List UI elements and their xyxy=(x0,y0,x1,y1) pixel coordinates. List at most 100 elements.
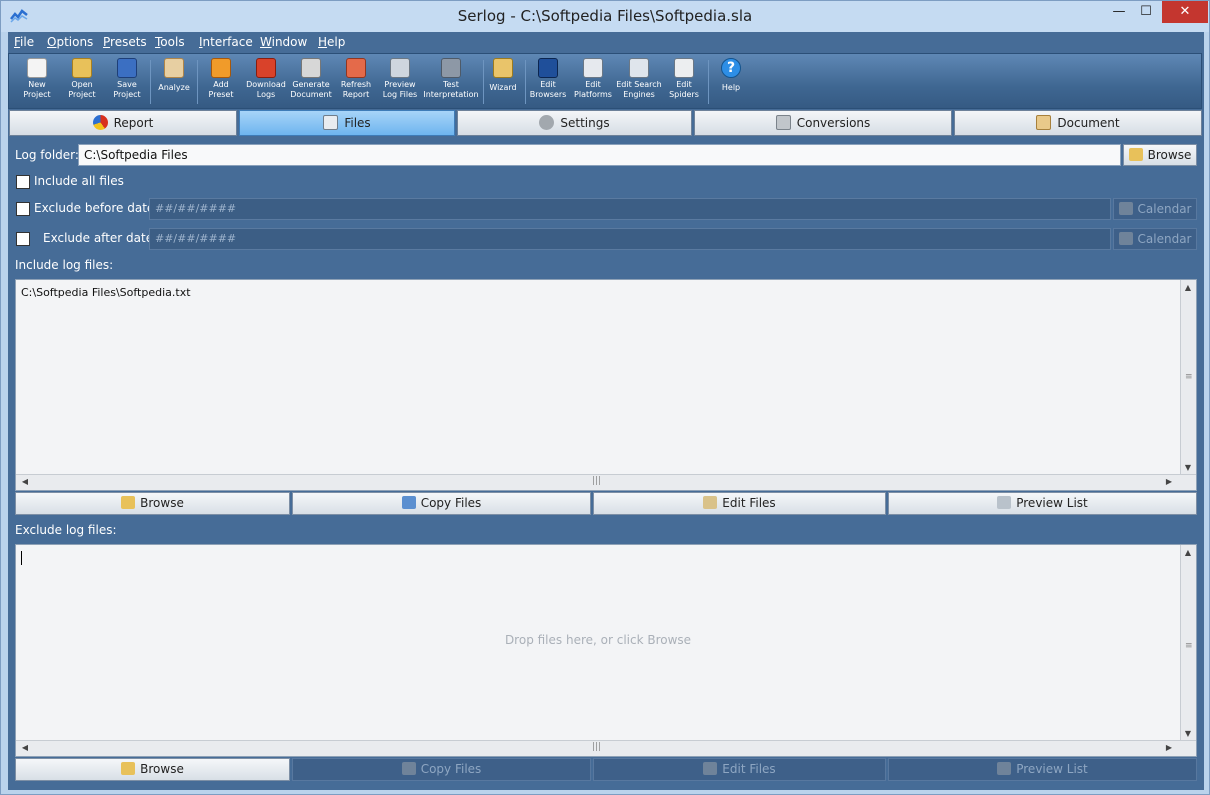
main-frame: File Options Presets Tools Interface Win… xyxy=(8,32,1204,790)
exclude-preview-list-button[interactable]: Preview List xyxy=(888,758,1197,781)
edit-files-icon xyxy=(703,762,718,775)
open-project-button[interactable]: Open Project xyxy=(64,58,100,100)
exclude-browse-button[interactable]: Browse xyxy=(15,758,290,781)
preview-list-icon xyxy=(997,762,1012,775)
log-folder-input[interactable]: C:\Softpedia Files xyxy=(78,144,1121,166)
include-edit-files-button[interactable]: Edit Files xyxy=(593,492,886,515)
pie-chart-icon xyxy=(92,115,108,130)
calendar-icon xyxy=(1118,232,1133,245)
gear-icon xyxy=(539,115,555,130)
menu-presets[interactable]: Presets xyxy=(103,35,147,49)
platform-icon xyxy=(583,58,603,78)
add-preset-icon xyxy=(211,58,231,78)
menu-interface[interactable]: Interface xyxy=(199,35,253,49)
include-browse-button[interactable]: Browse xyxy=(15,492,290,515)
exclude-before-label: Exclude before date xyxy=(34,201,155,215)
close-button[interactable]: ✕ xyxy=(1162,1,1208,23)
exclude-edit-files-button[interactable]: Edit Files xyxy=(593,758,886,781)
preview-icon xyxy=(390,58,410,78)
new-project-button[interactable]: New Project xyxy=(19,58,55,100)
help-button[interactable]: ? Help xyxy=(713,58,749,93)
toolbar-separator xyxy=(483,60,484,104)
exclude-after-checkbox[interactable] xyxy=(16,232,30,246)
window-title: Serlog - C:\Softpedia Files\Softpedia.sl… xyxy=(457,7,753,25)
exclude-before-checkbox[interactable] xyxy=(16,202,30,216)
preview-log-files-button[interactable]: Preview Log Files xyxy=(381,58,419,100)
generate-document-button[interactable]: Generate Document xyxy=(289,58,333,100)
tab-files[interactable]: Files xyxy=(239,110,455,136)
scroll-up-icon[interactable]: ▲ xyxy=(1181,283,1195,292)
scroll-down-icon[interactable]: ▼ xyxy=(1181,729,1195,738)
tab-report[interactable]: Report xyxy=(9,110,237,136)
help-icon: ? xyxy=(721,58,741,78)
folder-icon xyxy=(121,496,136,509)
log-folder-browse-button[interactable]: Browse xyxy=(1123,144,1197,166)
scroll-grip-icon: ≡ xyxy=(1185,641,1193,651)
include-copy-files-button[interactable]: Copy Files xyxy=(292,492,591,515)
edit-browsers-button[interactable]: Edit Browsers xyxy=(529,58,567,100)
menu-file[interactable]: File xyxy=(14,35,34,49)
scroll-left-icon[interactable]: ◀ xyxy=(18,477,32,486)
edit-platforms-button[interactable]: Edit Platforms xyxy=(573,58,613,100)
download-logs-button[interactable]: Download Logs xyxy=(245,58,287,100)
vertical-scrollbar[interactable]: ▲ ≡ ▼ xyxy=(1180,545,1196,742)
menu-options[interactable]: Options xyxy=(47,35,93,49)
folder-icon xyxy=(1128,148,1143,161)
edit-search-engines-button[interactable]: Edit Search Engines xyxy=(615,58,663,100)
tab-settings[interactable]: Settings xyxy=(457,110,692,136)
exclude-before-date-input[interactable]: ##/##/#### xyxy=(149,198,1111,220)
scroll-grip-icon: ≡ xyxy=(1185,372,1193,382)
wizard-button[interactable]: Wizard xyxy=(485,58,521,93)
save-disk-icon xyxy=(117,58,137,78)
menu-help[interactable]: Help xyxy=(318,35,345,49)
list-item[interactable]: C:\Softpedia Files\Softpedia.txt xyxy=(21,286,191,299)
test-interpretation-button[interactable]: Test Interpretation xyxy=(423,58,479,100)
save-project-button[interactable]: Save Project xyxy=(109,58,145,100)
include-all-checkbox[interactable] xyxy=(16,175,30,189)
minimize-button[interactable]: — xyxy=(1105,1,1133,23)
exclude-log-files-list[interactable]: Drop files here, or click Browse ▲ ≡ ▼ ◀… xyxy=(15,544,1197,757)
refresh-report-button[interactable]: Refresh Report xyxy=(337,58,375,100)
tab-bar: Report Files Settings Conversions Docume… xyxy=(8,110,1204,137)
exclude-before-calendar-button[interactable]: Calendar xyxy=(1113,198,1197,220)
search-engine-icon xyxy=(629,58,649,78)
exclude-log-files-label: Exclude log files: xyxy=(15,523,117,537)
horizontal-scrollbar[interactable]: ◀ ||| ▶ xyxy=(16,740,1196,756)
exclude-after-date-input[interactable]: ##/##/#### xyxy=(149,228,1111,250)
include-log-files-list[interactable]: C:\Softpedia Files\Softpedia.txt ▲ ≡ ▼ ◀… xyxy=(15,279,1197,491)
add-preset-button[interactable]: Add Preset xyxy=(203,58,239,100)
wizard-icon xyxy=(493,58,513,78)
copy-files-icon xyxy=(401,762,416,775)
exclude-after-calendar-button[interactable]: Calendar xyxy=(1113,228,1197,250)
scroll-grip-icon: ||| xyxy=(592,742,602,752)
include-preview-list-button[interactable]: Preview List xyxy=(888,492,1197,515)
tab-conversions[interactable]: Conversions xyxy=(694,110,952,136)
microscope-icon xyxy=(441,58,461,78)
horizontal-scrollbar[interactable]: ◀ ||| ▶ xyxy=(16,474,1196,490)
edit-spiders-button[interactable]: Edit Spiders xyxy=(665,58,703,100)
calendar-icon xyxy=(1118,202,1133,215)
tab-document[interactable]: Document xyxy=(954,110,1202,136)
text-caret xyxy=(21,551,22,565)
exclude-after-label: Exclude after date xyxy=(43,231,154,245)
analyze-button[interactable]: Analyze xyxy=(156,58,192,93)
maximize-button[interactable]: ☐ xyxy=(1133,1,1159,23)
menu-bar: File Options Presets Tools Interface Win… xyxy=(8,32,1204,53)
cart-icon xyxy=(775,115,791,130)
document-icon xyxy=(1036,115,1052,130)
scroll-down-icon[interactable]: ▼ xyxy=(1181,463,1195,472)
refresh-icon xyxy=(346,58,366,78)
toolbar-separator xyxy=(708,60,709,104)
drop-hint: Drop files here, or click Browse xyxy=(504,633,692,647)
download-icon xyxy=(256,58,276,78)
edit-files-icon xyxy=(703,496,718,509)
scroll-up-icon[interactable]: ▲ xyxy=(1181,548,1195,557)
exclude-copy-files-button[interactable]: Copy Files xyxy=(292,758,591,781)
scroll-right-icon[interactable]: ▶ xyxy=(1162,743,1176,752)
spider-icon xyxy=(674,58,694,78)
scroll-right-icon[interactable]: ▶ xyxy=(1162,477,1176,486)
menu-tools[interactable]: Tools xyxy=(155,35,185,49)
vertical-scrollbar[interactable]: ▲ ≡ ▼ xyxy=(1180,280,1196,476)
scroll-left-icon[interactable]: ◀ xyxy=(18,743,32,752)
menu-window[interactable]: Window xyxy=(260,35,307,49)
